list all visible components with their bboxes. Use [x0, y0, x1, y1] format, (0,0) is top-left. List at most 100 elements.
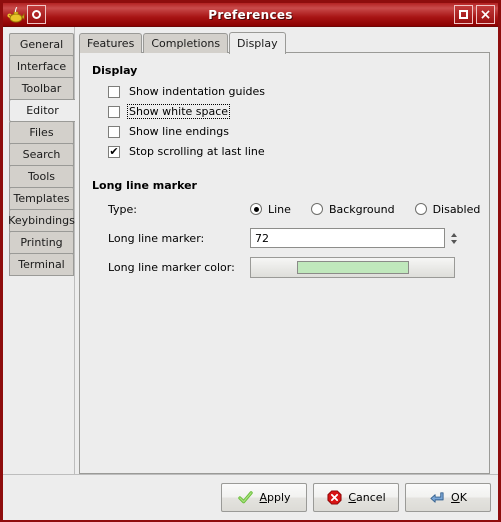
radio-label: Disabled: [432, 202, 481, 216]
radio-label: Background: [328, 202, 395, 216]
sidebar-item-general[interactable]: General: [9, 33, 74, 56]
checkbox-row-show-indentation-guides[interactable]: ✔ Show indentation guides: [108, 82, 477, 101]
apply-button[interactable]: Apply: [221, 483, 307, 512]
ok-label-rest: K: [459, 491, 467, 504]
long-line-marker-row: Long line marker: 72: [108, 226, 477, 250]
long-line-marker-input[interactable]: 72: [250, 228, 445, 248]
spinner-down-icon[interactable]: [450, 239, 457, 244]
sidebar-item-label: Editor: [26, 104, 59, 117]
sidebar-item-files[interactable]: Files: [9, 121, 74, 144]
tab-label: Completions: [151, 37, 221, 50]
apply-button-label: Apply: [259, 491, 290, 504]
radio-item-line[interactable]: Line: [250, 203, 291, 216]
window-body: General Interface Toolbar Editor Files S…: [3, 27, 498, 520]
radio-item-background[interactable]: Background: [310, 202, 395, 216]
maximize-button[interactable]: [454, 5, 473, 24]
show-line-endings-checkbox[interactable]: ✔: [108, 125, 120, 138]
sidebar-item-toolbar[interactable]: Toolbar: [9, 77, 74, 100]
long-line-marker-section: Long line marker Type: Line Background D…: [92, 179, 480, 279]
spinner-up-icon[interactable]: [450, 232, 457, 237]
tab-features[interactable]: Features: [79, 33, 143, 53]
editor-notebook: Features Completions Display Display Sho…: [75, 27, 498, 474]
long-line-marker-color-button[interactable]: [250, 256, 455, 278]
display-tab-panel: Display ✔ Show indentation guides ✔: [79, 52, 490, 474]
cancel-button-label: Cancel: [348, 491, 385, 504]
sidebar-item-search[interactable]: Search: [9, 143, 74, 166]
sidebar-item-label: General: [19, 38, 64, 51]
display-section-title: Display: [92, 64, 138, 77]
titlebar-right-group: ×: [454, 5, 495, 24]
checkbox-row-show-white-space[interactable]: ✔ Show white space: [108, 102, 477, 121]
sidebar-item-editor[interactable]: Editor: [9, 99, 75, 122]
radio-label: Line: [268, 202, 291, 216]
tab-display[interactable]: Display: [229, 32, 286, 54]
sidebar-item-templates[interactable]: Templates: [9, 187, 74, 210]
content-row: General Interface Toolbar Editor Files S…: [3, 27, 498, 474]
cancel-mnemonic: C: [348, 491, 357, 504]
close-icon: ×: [479, 6, 492, 23]
sidebar-item-label: Printing: [20, 236, 63, 249]
long-line-marker-fields: Type: Line Background Disabled Long line…: [92, 197, 480, 279]
cancel-button[interactable]: Cancel: [313, 483, 399, 512]
preferences-sidebar: General Interface Toolbar Editor Files S…: [3, 27, 75, 474]
sidebar-item-label: Files: [29, 126, 54, 139]
titlebar-left-group: [3, 5, 46, 25]
sidebar-item-tools[interactable]: Tools: [9, 165, 74, 188]
ok-mnemonic: O: [451, 491, 460, 504]
sidebar-item-label: Terminal: [18, 258, 65, 271]
color-swatch: [296, 260, 409, 274]
display-checkbox-group: ✔ Show indentation guides ✔ Show white s…: [92, 82, 477, 161]
long-line-marker-section-title: Long line marker: [92, 179, 197, 192]
check-mark-icon: ✔: [109, 144, 119, 158]
checkbox-label: Show white space: [127, 104, 231, 119]
display-section: Display ✔ Show indentation guides ✔: [92, 64, 477, 161]
show-white-space-checkbox[interactable]: ✔: [108, 105, 120, 118]
long-line-marker-color-row: Long line marker color:: [108, 255, 477, 279]
checkbox-label: Show indentation guides: [129, 85, 266, 98]
ok-button-label: OK: [451, 491, 467, 504]
window-menu-button[interactable]: [27, 5, 46, 24]
checkbox-row-stop-scrolling-at-last-line[interactable]: ✔ Stop scrolling at last line: [108, 142, 477, 161]
sidebar-item-label: Toolbar: [21, 82, 62, 95]
background-radio[interactable]: [310, 203, 323, 215]
sidebar-item-label: Tools: [27, 170, 56, 183]
sidebar-item-label: Interface: [16, 60, 67, 73]
sidebar-item-interface[interactable]: Interface: [9, 55, 74, 78]
green-check-icon: [237, 490, 253, 506]
long-line-marker-spinner[interactable]: 72: [250, 228, 460, 248]
radio-item-disabled[interactable]: Disabled: [414, 202, 481, 216]
show-indentation-guides-checkbox[interactable]: ✔: [108, 85, 120, 98]
tab-label: Display: [237, 37, 278, 50]
radio-dot-icon: [253, 206, 259, 212]
dialog-action-bar: Apply Cancel OK: [3, 474, 498, 520]
type-label: Type:: [108, 202, 137, 216]
window-title: Preferences: [208, 7, 293, 22]
checkbox-row-show-line-endings[interactable]: ✔ Show line endings: [108, 122, 477, 141]
line-radio[interactable]: [250, 203, 262, 215]
sidebar-item-label: Search: [22, 148, 61, 161]
stop-scrolling-at-last-line-checkbox[interactable]: ✔: [108, 144, 120, 158]
close-button[interactable]: ×: [476, 5, 495, 24]
long-line-marker-color-label: Long line marker color:: [108, 260, 235, 274]
checkbox-label: Stop scrolling at last line: [129, 145, 265, 158]
checkbox-label: Show line endings: [129, 125, 229, 138]
spinner-buttons[interactable]: [447, 228, 460, 248]
long-line-marker-label: Long line marker:: [108, 231, 205, 245]
window-titlebar[interactable]: Preferences ×: [3, 3, 498, 27]
apply-label-rest: pply: [267, 491, 291, 504]
sidebar-item-label: Templates: [13, 192, 70, 205]
sidebar-item-printing[interactable]: Printing: [9, 231, 74, 254]
maximize-icon: [459, 10, 468, 19]
tab-strip: Features Completions Display: [79, 31, 490, 54]
genie-lamp-icon: [5, 5, 27, 25]
red-stop-icon: [326, 490, 342, 506]
tab-completions[interactable]: Completions: [143, 33, 229, 53]
sidebar-item-keybindings[interactable]: Keybindings: [8, 209, 75, 232]
type-row: Type: Line Background Disabled: [108, 197, 480, 221]
blue-enter-arrow-icon: [429, 490, 445, 506]
ok-button[interactable]: OK: [405, 483, 491, 512]
preferences-window: Preferences × General Interface Toolbar …: [0, 0, 501, 522]
cancel-label-rest: ancel: [356, 491, 386, 504]
sidebar-item-terminal[interactable]: Terminal: [9, 253, 74, 276]
disabled-radio[interactable]: [414, 203, 427, 215]
